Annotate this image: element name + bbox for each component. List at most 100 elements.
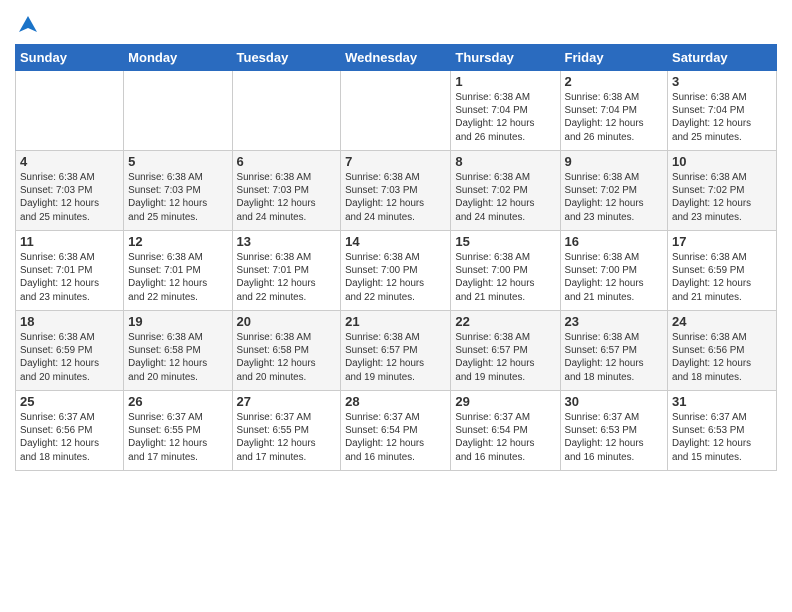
day-number: 25 — [20, 394, 119, 409]
calendar-cell: 17 Sunrise: 6:38 AMSunset: 6:59 PMDayligh… — [668, 231, 777, 311]
day-info: Sunrise: 6:38 AMSunset: 7:01 PMDaylight:… — [128, 251, 227, 304]
day-number: 12 — [128, 234, 227, 249]
day-number: 18 — [20, 314, 119, 329]
day-info: Sunrise: 6:38 AMSunset: 6:57 PMDaylight:… — [455, 331, 555, 384]
logo-icon — [17, 14, 39, 36]
day-info: Sunrise: 6:38 AMSunset: 7:02 PMDaylight:… — [455, 171, 555, 224]
day-number: 8 — [455, 154, 555, 169]
calendar-cell: 2 Sunrise: 6:38 AMSunset: 7:04 PMDaylight… — [560, 71, 668, 151]
day-number: 19 — [128, 314, 227, 329]
day-info: Sunrise: 6:38 AMSunset: 7:00 PMDaylight:… — [455, 251, 555, 304]
day-number: 14 — [345, 234, 446, 249]
day-info: Sunrise: 6:38 AMSunset: 7:00 PMDaylight:… — [565, 251, 664, 304]
calendar-cell — [124, 71, 232, 151]
calendar-cell: 16Sunrise: 6:38 AMSunset: 7:00 PMDayligh… — [560, 231, 668, 311]
calendar-cell: 7Sunrise: 6:38 AMSunset: 7:03 PMDaylight… — [341, 151, 451, 231]
day-number: 11 — [20, 234, 119, 249]
day-info: Sunrise: 6:37 AMSunset: 6:54 PMDaylight:… — [455, 411, 555, 464]
day-number: 5 — [128, 154, 227, 169]
calendar-week-row: 1Sunrise: 6:38 AMSunset: 7:04 PMDaylight… — [16, 71, 777, 151]
calendar-cell: 13 Sunrise: 6:38 AMSunset: 7:01 PMDayligh… — [232, 231, 341, 311]
day-info: Sunrise: 6:38 AMSunset: 6:59 PMDaylight:… — [20, 331, 119, 384]
day-number: 30 — [565, 394, 664, 409]
calendar-cell: 31 Sunrise: 6:37 AMSunset: 6:53 PMDayligh… — [668, 391, 777, 471]
day-number: 13 — [237, 234, 337, 249]
header — [15, 10, 777, 36]
calendar-cell: 10Sunrise: 6:38 AMSunset: 7:02 PMDayligh… — [668, 151, 777, 231]
day-number: 21 — [345, 314, 446, 329]
day-number: 17 — [672, 234, 772, 249]
day-info: Sunrise: 6:38 AMSunset: 7:03 PMDaylight:… — [20, 171, 119, 224]
calendar-cell: 29 Sunrise: 6:37 AMSunset: 6:54 PMDayligh… — [451, 391, 560, 471]
weekday-header-row: SundayMondayTuesdayWednesdayThursdayFrid… — [16, 45, 777, 71]
weekday-header: Saturday — [668, 45, 777, 71]
day-info: Sunrise: 6:38 AMSunset: 7:02 PMDaylight:… — [565, 171, 664, 224]
calendar-cell — [341, 71, 451, 151]
calendar-cell: 18 Sunrise: 6:38 AMSunset: 6:59 PMDayligh… — [16, 311, 124, 391]
day-info: Sunrise: 6:37 AMSunset: 6:55 PMDaylight:… — [237, 411, 337, 464]
day-number: 24 — [672, 314, 772, 329]
calendar-cell: 14 Sunrise: 6:38 AMSunset: 7:00 PMDayligh… — [341, 231, 451, 311]
calendar-cell: 6Sunrise: 6:38 AMSunset: 7:03 PMDaylight… — [232, 151, 341, 231]
day-number: 29 — [455, 394, 555, 409]
day-info: Sunrise: 6:38 AMSunset: 7:00 PMDaylight:… — [345, 251, 446, 304]
calendar-week-row: 4 Sunrise: 6:38 AMSunset: 7:03 PMDaylight… — [16, 151, 777, 231]
weekday-header: Wednesday — [341, 45, 451, 71]
day-info: Sunrise: 6:37 AMSunset: 6:53 PMDaylight:… — [672, 411, 772, 464]
day-info: Sunrise: 6:38 AMSunset: 6:57 PMDaylight:… — [565, 331, 664, 384]
day-info: Sunrise: 6:38 AMSunset: 7:01 PMDaylight:… — [237, 251, 337, 304]
day-info: Sunrise: 6:38 AMSunset: 6:59 PMDaylight:… — [672, 251, 772, 304]
calendar-cell: 1Sunrise: 6:38 AMSunset: 7:04 PMDaylight… — [451, 71, 560, 151]
calendar-cell: 5 Sunrise: 6:38 AMSunset: 7:03 PMDaylight… — [124, 151, 232, 231]
day-info: Sunrise: 6:38 AMSunset: 6:58 PMDaylight:… — [237, 331, 337, 384]
logo — [15, 16, 39, 36]
day-number: 4 — [20, 154, 119, 169]
day-number: 3 — [672, 74, 772, 89]
weekday-header: Sunday — [16, 45, 124, 71]
calendar-cell: 25 Sunrise: 6:37 AMSunset: 6:56 PMDayligh… — [16, 391, 124, 471]
day-info: Sunrise: 6:38 AMSunset: 7:03 PMDaylight:… — [128, 171, 227, 224]
calendar-cell: 15 Sunrise: 6:38 AMSunset: 7:00 PMDayligh… — [451, 231, 560, 311]
day-info: Sunrise: 6:38 AMSunset: 7:01 PMDaylight:… — [20, 251, 119, 304]
day-number: 2 — [565, 74, 664, 89]
calendar-cell — [16, 71, 124, 151]
calendar-cell: 12 Sunrise: 6:38 AMSunset: 7:01 PMDayligh… — [124, 231, 232, 311]
calendar-week-row: 18 Sunrise: 6:38 AMSunset: 6:59 PMDayligh… — [16, 311, 777, 391]
calendar-week-row: 25 Sunrise: 6:37 AMSunset: 6:56 PMDayligh… — [16, 391, 777, 471]
calendar-week-row: 11 Sunrise: 6:38 AMSunset: 7:01 PMDayligh… — [16, 231, 777, 311]
day-info: Sunrise: 6:38 AMSunset: 6:56 PMDaylight:… — [672, 331, 772, 384]
day-info: Sunrise: 6:38 AMSunset: 7:04 PMDaylight:… — [455, 91, 555, 144]
calendar-cell: 3 Sunrise: 6:38 AMSunset: 7:04 PMDaylight… — [668, 71, 777, 151]
calendar-cell: 30Sunrise: 6:37 AMSunset: 6:53 PMDayligh… — [560, 391, 668, 471]
day-number: 31 — [672, 394, 772, 409]
day-info: Sunrise: 6:38 AMSunset: 6:57 PMDaylight:… — [345, 331, 446, 384]
calendar-cell: 19 Sunrise: 6:38 AMSunset: 6:58 PMDayligh… — [124, 311, 232, 391]
day-number: 10 — [672, 154, 772, 169]
day-number: 23 — [565, 314, 664, 329]
day-info: Sunrise: 6:37 AMSunset: 6:55 PMDaylight:… — [128, 411, 227, 464]
day-number: 27 — [237, 394, 337, 409]
day-info: Sunrise: 6:38 AMSunset: 7:03 PMDaylight:… — [345, 171, 446, 224]
day-info: Sunrise: 6:38 AMSunset: 6:58 PMDaylight:… — [128, 331, 227, 384]
calendar-cell: 9 Sunrise: 6:38 AMSunset: 7:02 PMDaylight… — [560, 151, 668, 231]
weekday-header: Thursday — [451, 45, 560, 71]
weekday-header: Monday — [124, 45, 232, 71]
day-number: 20 — [237, 314, 337, 329]
page: SundayMondayTuesdayWednesdayThursdayFrid… — [0, 0, 792, 612]
calendar-cell: 28Sunrise: 6:37 AMSunset: 6:54 PMDayligh… — [341, 391, 451, 471]
day-info: Sunrise: 6:38 AMSunset: 7:04 PMDaylight:… — [565, 91, 664, 144]
calendar-cell: 23 Sunrise: 6:38 AMSunset: 6:57 PMDayligh… — [560, 311, 668, 391]
calendar-cell: 26 Sunrise: 6:37 AMSunset: 6:55 PMDayligh… — [124, 391, 232, 471]
calendar-cell: 27 Sunrise: 6:37 AMSunset: 6:55 PMDayligh… — [232, 391, 341, 471]
day-number: 15 — [455, 234, 555, 249]
calendar-cell: 4 Sunrise: 6:38 AMSunset: 7:03 PMDaylight… — [16, 151, 124, 231]
day-info: Sunrise: 6:38 AMSunset: 7:04 PMDaylight:… — [672, 91, 772, 144]
day-info: Sunrise: 6:37 AMSunset: 6:56 PMDaylight:… — [20, 411, 119, 464]
day-number: 6 — [237, 154, 337, 169]
day-number: 26 — [128, 394, 227, 409]
calendar-cell: 11 Sunrise: 6:38 AMSunset: 7:01 PMDayligh… — [16, 231, 124, 311]
day-number: 22 — [455, 314, 555, 329]
calendar-cell: 8 Sunrise: 6:38 AMSunset: 7:02 PMDaylight… — [451, 151, 560, 231]
day-number: 9 — [565, 154, 664, 169]
day-info: Sunrise: 6:37 AMSunset: 6:54 PMDaylight:… — [345, 411, 446, 464]
